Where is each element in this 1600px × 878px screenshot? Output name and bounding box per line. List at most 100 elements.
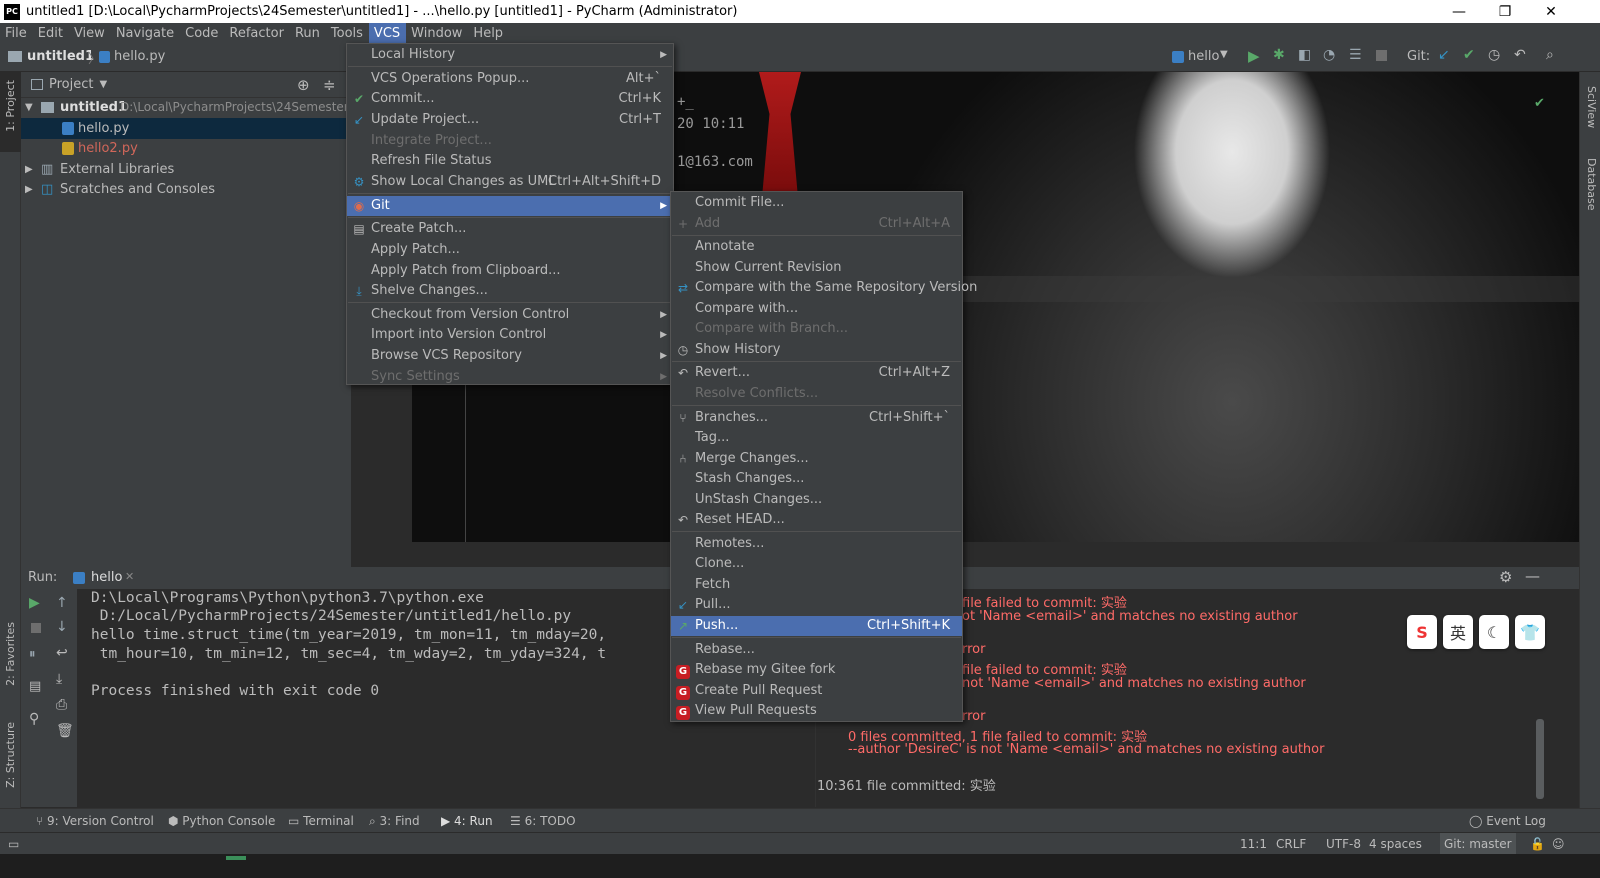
- status-position[interactable]: 11:1: [1240, 833, 1267, 855]
- git-menu-item-fetch[interactable]: Fetch: [671, 575, 962, 596]
- status-git-branch[interactable]: Git: master: [1440, 833, 1516, 855]
- git-menu-item-compare-with-the-same-repository-version[interactable]: ⇄ Compare with the Same Repository Versio…: [671, 278, 977, 299]
- gear-icon[interactable]: ⚙: [1499, 568, 1512, 586]
- vcs-menu-item-vcs-operations-popup[interactable]: VCS Operations Popup... Alt+`: [347, 69, 673, 90]
- git-menu-item-create-pull-request[interactable]: G Create Pull Request: [671, 681, 962, 702]
- menu-help[interactable]: Help: [468, 23, 509, 45]
- run-icon[interactable]: ▶: [1248, 47, 1260, 65]
- taskbar-app-indicator[interactable]: [226, 856, 246, 860]
- git-menu-item-revert[interactable]: ↶ Revert... Ctrl+Alt+Z: [671, 363, 962, 384]
- chevron-down-icon[interactable]: ▼: [99, 79, 107, 90]
- run-tab[interactable]: hello: [91, 570, 122, 585]
- git-menu-item-clone[interactable]: Clone...: [671, 554, 962, 575]
- breadcrumb-project[interactable]: untitled1: [27, 49, 94, 64]
- tree-item-hello[interactable]: hello.py: [21, 118, 351, 139]
- vcs-menu-item-local-history[interactable]: Local History ▶: [347, 45, 673, 66]
- scroll-end-icon[interactable]: ⤓: [56, 671, 62, 687]
- project-tool-tab[interactable]: 1: Project: [4, 80, 17, 132]
- menu-view[interactable]: View: [69, 23, 111, 45]
- menu-navigate[interactable]: Navigate: [111, 23, 180, 45]
- git-menu-item-show-current-revision[interactable]: Show Current Revision: [671, 258, 962, 279]
- status-toggle-icon[interactable]: ▭: [8, 833, 19, 855]
- git-menu-item-rebase[interactable]: Rebase...: [671, 640, 962, 661]
- ime-skin-icon[interactable]: 👕: [1515, 615, 1545, 649]
- close-button[interactable]: ✕: [1528, 0, 1574, 23]
- vcs-menu-item-create-patch[interactable]: ▤ Create Patch...: [347, 219, 673, 240]
- tree-item-external[interactable]: ▶ ▥ External Libraries: [21, 159, 351, 180]
- git-menu-item-show-history[interactable]: ◷ Show History: [671, 340, 962, 361]
- layout-icon[interactable]: ▤: [29, 679, 41, 694]
- profile-icon[interactable]: ◔: [1323, 47, 1335, 63]
- hide-panel-icon[interactable]: —: [1525, 567, 1540, 585]
- trash-icon[interactable]: 🗑: [56, 723, 74, 739]
- git-menu-item-tag[interactable]: Tag...: [671, 428, 962, 449]
- collapse-icon[interactable]: ≑: [323, 76, 336, 94]
- menu-edit[interactable]: Edit: [33, 23, 69, 45]
- favorites-tool-tab[interactable]: 2: Favorites: [4, 622, 17, 686]
- locate-icon[interactable]: ⊕: [297, 76, 310, 94]
- soft-wrap-icon[interactable]: ↩: [56, 645, 68, 661]
- pin-icon[interactable]: ⚲: [29, 711, 39, 727]
- vcs-menu-item-checkout-from-version-control[interactable]: Checkout from Version Control ▶: [347, 305, 673, 326]
- minimize-button[interactable]: —: [1436, 0, 1482, 23]
- git-menu-item-stash-changes[interactable]: Stash Changes...: [671, 469, 962, 490]
- menu-tools[interactable]: Tools: [326, 23, 369, 45]
- concurrency-icon[interactable]: ☰: [1349, 47, 1362, 63]
- vcs-menu-item-show-local-changes-as-uml[interactable]: ⚙ Show Local Changes as UML Ctrl+Alt+Shift…: [347, 172, 673, 193]
- tool-event-log[interactable]: ◯ Event Log: [1469, 809, 1546, 833]
- vcs-menu-item-apply-patch[interactable]: Apply Patch...: [347, 240, 673, 261]
- vcs-menu-item-update-project[interactable]: ↙ Update Project... Ctrl+T: [347, 110, 673, 131]
- git-menu-item-view-pull-requests[interactable]: G View Pull Requests: [671, 701, 962, 722]
- menu-refactor[interactable]: Refactor: [224, 23, 290, 45]
- git-menu-item-reset-head[interactable]: ↶ Reset HEAD...: [671, 510, 962, 531]
- menu-run[interactable]: Run: [290, 23, 326, 45]
- git-menu-item-rebase-my-gitee-fork[interactable]: G Rebase my Gitee fork: [671, 660, 962, 681]
- ime-moon-icon[interactable]: ☾: [1479, 615, 1509, 649]
- vcs-menu-item-browse-vcs-repository[interactable]: Browse VCS Repository ▶: [347, 346, 673, 367]
- run-config-selector[interactable]: hello: [1188, 49, 1219, 64]
- tool-version-control[interactable]: ⑂ 9: Version Control: [36, 809, 154, 833]
- tool-run[interactable]: ▶ 4: Run: [441, 809, 493, 833]
- menu-file[interactable]: File: [0, 23, 33, 45]
- structure-tool-tab[interactable]: Z: Structure: [4, 722, 17, 788]
- history-icon[interactable]: ◷: [1488, 47, 1500, 63]
- git-commit-icon[interactable]: ✔: [1463, 47, 1475, 63]
- ime-sogou-icon[interactable]: S: [1407, 615, 1437, 649]
- inspector-icon[interactable]: ☺: [1552, 833, 1565, 855]
- lock-icon[interactable]: 🔓: [1530, 833, 1545, 855]
- tool-find[interactable]: ⌕ 3: Find: [369, 809, 420, 833]
- git-menu-item-commit-file[interactable]: Commit File...: [671, 193, 962, 214]
- pause-icon[interactable]: ⏸: [29, 647, 36, 662]
- git-menu-item-annotate[interactable]: Annotate: [671, 237, 962, 258]
- vcs-menu-item-shelve-changes[interactable]: ⤓ Shelve Changes...: [347, 281, 673, 302]
- status-line-separator[interactable]: CRLF: [1276, 833, 1306, 855]
- tool-todo[interactable]: ☰ 6: TODO: [510, 809, 576, 833]
- menu-vcs[interactable]: VCS: [368, 23, 407, 45]
- tree-root[interactable]: ▼ untitled1 D:\Local\PycharmProjects\24S…: [21, 97, 360, 118]
- stop-icon[interactable]: [31, 623, 41, 633]
- sciview-tool-tab[interactable]: SciView: [1585, 86, 1598, 128]
- tool-terminal[interactable]: ▭ Terminal: [288, 809, 354, 833]
- vcs-menu-item-apply-patch-from-clipboard[interactable]: Apply Patch from Clipboard...: [347, 261, 673, 282]
- status-encoding[interactable]: UTF-8: [1326, 833, 1361, 855]
- scrollbar[interactable]: [1536, 719, 1544, 799]
- git-update-icon[interactable]: ↙: [1438, 47, 1450, 63]
- git-menu-item-remotes[interactable]: Remotes...: [671, 534, 962, 555]
- vcs-menu-item-git[interactable]: ◉ Git ▶: [347, 195, 673, 217]
- git-menu-item-unstash-changes[interactable]: UnStash Changes...: [671, 490, 962, 511]
- menu-window[interactable]: Window: [406, 23, 468, 45]
- coverage-icon[interactable]: ◧: [1298, 47, 1311, 63]
- menu-code[interactable]: Code: [180, 23, 224, 45]
- up-arrow-icon[interactable]: ↑: [56, 595, 68, 611]
- vcs-menu-item-refresh-file-status[interactable]: Refresh File Status: [347, 151, 673, 172]
- git-menu-item-branches[interactable]: ⑂ Branches... Ctrl+Shift+`: [671, 408, 962, 429]
- database-tool-tab[interactable]: Database: [1585, 158, 1598, 211]
- search-icon[interactable]: ⌕: [1546, 47, 1554, 63]
- tree-item-hello2[interactable]: hello2.py: [21, 138, 351, 159]
- git-menu-item-merge-changes[interactable]: ⑃ Merge Changes...: [671, 449, 962, 470]
- git-menu-item-pull[interactable]: ↙ Pull...: [671, 595, 962, 616]
- vcs-menu-item-commit[interactable]: ✔ Commit... Ctrl+K: [347, 89, 673, 110]
- rollback-icon[interactable]: ↶: [1514, 47, 1526, 63]
- tree-item-scratches[interactable]: ▶ ◫ Scratches and Consoles: [21, 179, 351, 200]
- rerun-icon[interactable]: ▶: [29, 595, 40, 611]
